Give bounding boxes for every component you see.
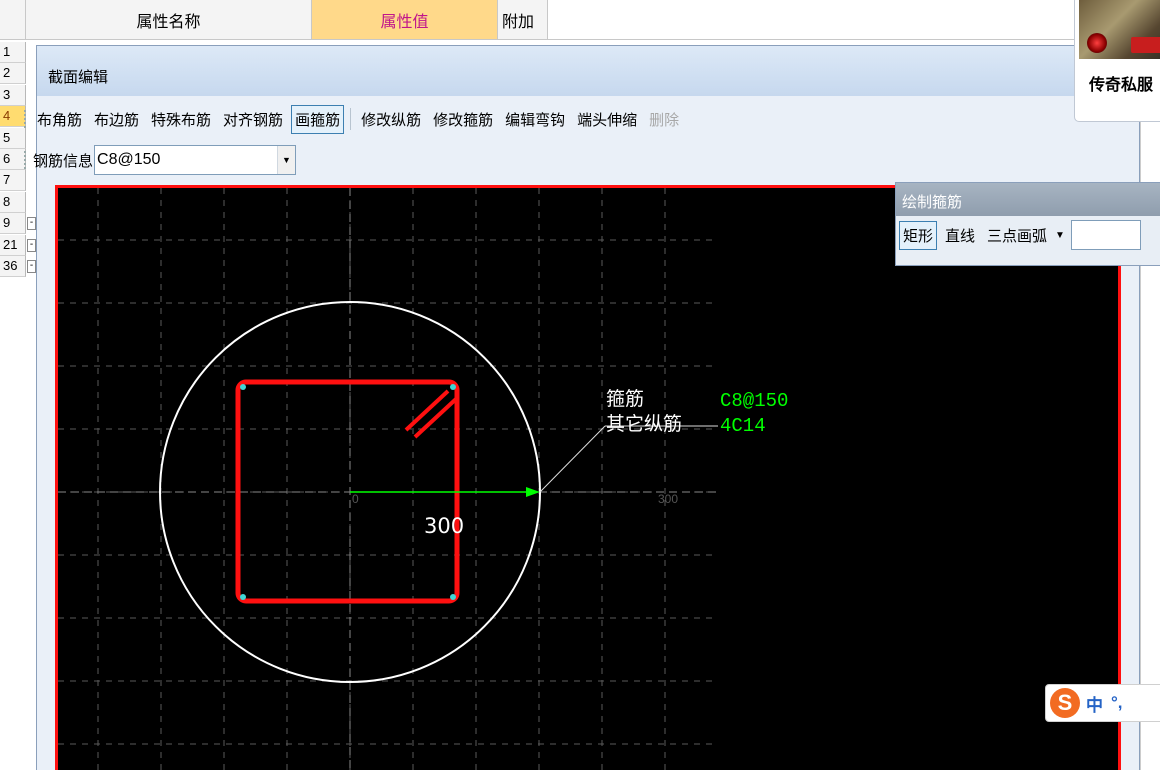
three-point-arc-button[interactable]: 三点画弧	[983, 221, 1051, 250]
edit-hook-button[interactable]: 编辑弯钩	[501, 105, 569, 134]
grid-corner-header	[0, 0, 26, 40]
column-header-property-value[interactable]: 属性值	[312, 0, 498, 40]
section-canvas[interactable]: 0 300 300 箍筋 C8@150 其它纵筋 4C14	[55, 185, 1121, 770]
corner-rebar[interactable]	[450, 594, 456, 600]
dropdown-arrow-icon[interactable]: ▼	[277, 146, 296, 174]
row-number[interactable]: 1	[0, 42, 26, 63]
edit-longitudinal-button[interactable]: 修改纵筋	[357, 105, 425, 134]
toolbar-grip[interactable]	[24, 151, 27, 169]
column-header-label: 附加	[502, 13, 535, 31]
ad-image[interactable]	[1079, 0, 1160, 59]
end-stretch-button[interactable]: 端头伸缩	[573, 105, 641, 134]
stirrup-label: 箍筋	[606, 388, 644, 410]
ad-text[interactable]: 传奇私服	[1089, 71, 1153, 95]
section-drawing[interactable]: 0 300 300 箍筋 C8@150 其它纵筋 4C14	[58, 188, 1121, 770]
row-number[interactable]: 8	[0, 191, 26, 213]
ad-logo-icon	[1131, 37, 1160, 53]
stirrup-value: C8@150	[720, 390, 788, 412]
row-number[interactable]: 21	[0, 234, 26, 256]
delete-button: 删除	[649, 111, 680, 129]
leader-line	[539, 425, 606, 493]
corner-rebar[interactable]	[240, 594, 246, 600]
draw-stirrup-panel: 绘制箍筋 矩形 直线 三点画弧 ▼	[895, 182, 1160, 266]
draw-stirrup-title: 绘制箍筋	[896, 183, 1160, 216]
row-number[interactable]: 2	[0, 63, 26, 85]
rebar-toolbar: 布角筋 布边筋 特殊布筋 对齐钢筋 画箍筋 修改纵筋 修改箍筋 编辑弯钩 端头伸缩 删除	[22, 103, 687, 135]
corner-rebar-button[interactable]: 布角筋	[33, 105, 86, 134]
align-rebar-button[interactable]: 对齐钢筋	[219, 105, 287, 134]
line-mode-button[interactable]: 直线	[941, 221, 979, 250]
grid-lines	[58, 188, 718, 770]
ad-popup[interactable]: 传奇私服	[1074, 0, 1160, 122]
toolbar-separator	[350, 108, 352, 130]
app-window: 属性名称 属性值 附加 1 2 3 4 5 6 7 8 9-21-36- 截面编辑 布角筋 布边筋…	[0, 0, 1160, 770]
ime-toolbar[interactable]: S 中 °,	[1045, 684, 1160, 722]
edit-stirrup-button[interactable]: 修改箍筋	[429, 105, 497, 134]
rebar-info-toolbar: 钢筋信息 C8@150 ▼	[22, 144, 297, 176]
axis-end-label: 300	[658, 492, 678, 506]
ime-chinese-mode[interactable]: 中	[1086, 691, 1103, 716]
chevron-down-icon[interactable]: ▼	[1055, 230, 1065, 241]
rebar-info-value: C8@150	[97, 151, 161, 168]
collapse-toggle-icon[interactable]: -	[27, 238, 36, 252]
collapse-toggle-icon[interactable]: -	[27, 217, 36, 231]
other-rebar-value: 4C14	[720, 415, 766, 437]
draw-stirrup-tools: 矩形 直线 三点画弧 ▼	[896, 216, 1160, 254]
radius-arrowhead-icon	[526, 487, 540, 497]
sogou-logo-icon[interactable]: S	[1050, 688, 1080, 718]
header-filler	[548, 0, 1160, 40]
collapse-toggle-icon[interactable]: -	[27, 260, 36, 273]
draw-stirrup-button[interactable]: 画箍筋	[291, 104, 345, 134]
other-rebar-label: 其它纵筋	[606, 413, 682, 435]
column-header-extra[interactable]: 附加	[498, 0, 548, 40]
side-rebar-button[interactable]: 布边筋	[90, 105, 143, 134]
rebar-info-label: 钢筋信息	[33, 152, 94, 170]
column-header-label: 属性值	[380, 13, 429, 31]
rectangle-mode-button[interactable]: 矩形	[899, 220, 938, 250]
rebar-info-combo[interactable]: C8@150 ▼	[94, 145, 297, 175]
corner-rebar[interactable]	[240, 384, 246, 390]
dialog-title: 截面编辑	[37, 46, 1139, 96]
special-rebar-button[interactable]: 特殊布筋	[147, 105, 215, 134]
stirrup-input[interactable]	[1070, 220, 1141, 250]
corner-rebar[interactable]	[450, 384, 456, 390]
ad-emblem-icon	[1087, 33, 1107, 53]
row-number[interactable]: 9	[0, 213, 26, 235]
ime-punctuation-mode[interactable]: °,	[1111, 693, 1123, 713]
column-header-property-name[interactable]: 属性名称	[26, 0, 312, 40]
dimension-label: 300	[424, 514, 464, 538]
column-header-label: 属性名称	[136, 13, 201, 31]
axis-zero-label: 0	[352, 492, 359, 506]
toolbar-grip[interactable]	[24, 110, 27, 128]
row-number[interactable]: 36	[0, 256, 26, 277]
